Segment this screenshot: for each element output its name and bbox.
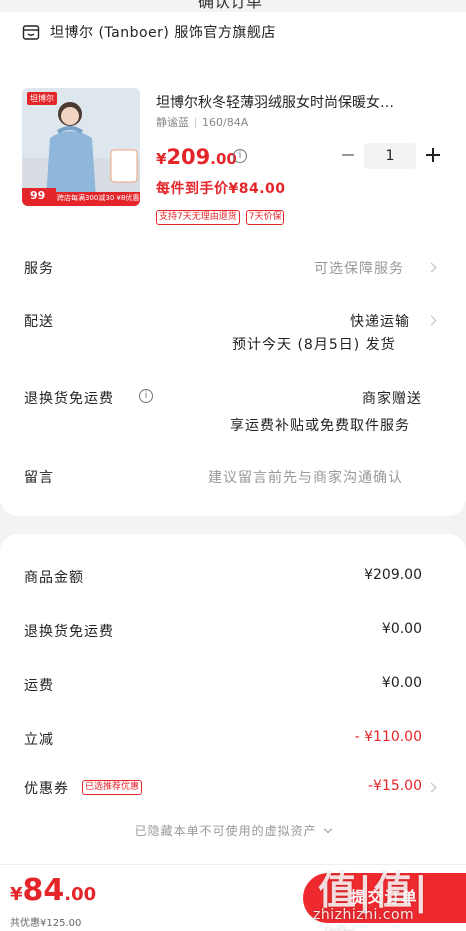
watermark-url: zhizhizhi.com [313,907,415,923]
total-price: ¥ 84 .00 [10,873,96,908]
tag-return: 支持7天无理由退货 [156,210,240,225]
return-label: 退换货免运费 [24,391,114,407]
delivery-value[interactable]: 快递运输 [350,311,410,331]
coupon-tag: 已选推荐优惠 [82,780,143,795]
return-desc: 享运费补贴或免费取件服务 [230,418,410,434]
total-decimal: .00 [64,884,97,905]
price-currency: ¥ [156,150,167,168]
price-integer: 209 [166,145,211,169]
product-color: 静谧蓝 [156,116,189,129]
discount-label: 立减 [24,732,54,748]
chevron-down-icon [324,824,333,834]
hidden-assets-toggle[interactable]: 已隐藏本单不可使用的虚拟资产 [0,822,466,839]
product-spec[interactable]: 静谧蓝 160/84A [156,114,248,130]
store-name: 坦博尔 (Tanboer) 服饰官方旗舰店 [50,25,276,41]
return-fee-label: 退换货免运费 [24,624,114,640]
coupon-label: 优惠券 [24,781,69,797]
return-help-icon[interactable]: i [139,389,153,403]
store-icon [22,25,40,40]
total-integer: 84 [22,873,65,908]
unit-price: 每件到手价¥84.00 [156,181,286,197]
product-title[interactable]: 坦博尔秋冬轻薄羽绒服女时尚保暖女… [156,92,446,112]
delivery-eta: 预计今天 (8月5日) 发货 [232,337,396,353]
price-info-icon[interactable]: i [233,149,247,163]
note-label: 留言 [24,470,54,486]
service-label: 服务 [24,261,54,277]
product-price: ¥ 209 .00 [156,145,237,169]
return-fee-value: ¥0.00 [381,621,422,637]
goods-amount-label: 商品金额 [24,570,84,586]
total-currency: ¥ [10,884,23,905]
return-value: 商家赠送 [362,391,422,407]
quantity-decrease-button[interactable] [340,147,356,163]
spec-divider [195,118,196,128]
discount-value: - ¥110.00 [354,729,422,745]
brand-badge: 坦博尔 [27,92,57,105]
store-header[interactable]: 坦博尔 (Tanboer) 服饰官方旗舰店 [22,22,276,42]
coupon-value[interactable]: -¥15.00 [368,778,422,794]
total-saved: 共优惠¥125.00 [10,918,82,929]
page-title: 确认订单 [198,0,263,11]
image-price-badge: 99 [30,189,46,202]
service-tags: 支持7天无理由退货 7天价保 [156,210,285,225]
shipping-label: 运费 [24,678,54,694]
quantity-increase-button[interactable] [425,147,441,163]
image-promo-badge: 跨店每满300减30 ¥8优惠券 [57,194,140,202]
quantity-input[interactable]: 1 [364,143,416,169]
shipping-value: ¥0.00 [381,675,422,691]
hidden-assets-text: 已隐藏本单不可使用的虚拟资产 [134,824,317,838]
service-value[interactable]: 可选保障服务 [314,258,404,278]
product-size: 160/84A [202,116,249,129]
product-image[interactable]: 坦博尔 99 跨店每满300减30 ¥8优惠券 [22,88,140,206]
delivery-label: 配送 [24,314,54,330]
note-input[interactable]: 建议留言前先与商家沟通确认 [208,467,403,487]
tag-price-protect: 7天价保 [245,210,285,225]
goods-amount-value: ¥209.00 [364,567,422,583]
top-bar: 确认订单 [0,0,466,12]
